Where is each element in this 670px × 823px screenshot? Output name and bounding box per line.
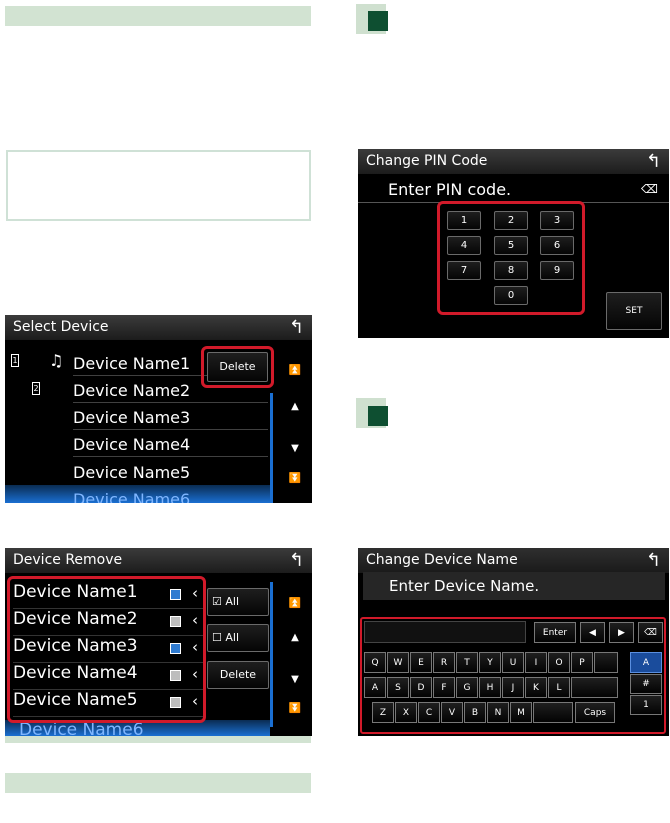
scroll-down-icon[interactable]: ▼: [285, 443, 305, 454]
key-f[interactable]: F: [433, 677, 455, 698]
list-item[interactable]: Device Name3: [73, 408, 190, 427]
key-g[interactable]: G: [456, 677, 478, 698]
list-item[interactable]: Device Name1: [73, 354, 190, 373]
pin-key[interactable]: 1: [447, 211, 481, 230]
delete-button[interactable]: Delete: [207, 661, 269, 689]
delete-button[interactable]: Delete: [207, 352, 268, 382]
device-badge-2: 2: [32, 382, 40, 395]
pin-key[interactable]: 8: [494, 261, 528, 280]
key-h[interactable]: H: [479, 677, 501, 698]
key-p[interactable]: P: [571, 652, 593, 673]
step-number-box-2: [368, 406, 388, 426]
key-b[interactable]: B: [464, 702, 486, 723]
key-m[interactable]: M: [510, 702, 532, 723]
scroll-top-icon[interactable]: ⏫: [285, 598, 305, 609]
list-item[interactable]: Device Name5: [73, 463, 190, 482]
name-input-field[interactable]: [364, 621, 526, 643]
key-c[interactable]: C: [418, 702, 440, 723]
backspace-icon[interactable]: ⌫: [641, 182, 658, 196]
key-q[interactable]: Q: [364, 652, 386, 673]
section-header-bar: [5, 6, 311, 26]
screen-title: Change PIN Code: [358, 149, 669, 174]
note-box: [6, 150, 311, 221]
key-s[interactable]: S: [387, 677, 409, 698]
pin-key[interactable]: 9: [540, 261, 574, 280]
key-v[interactable]: V: [441, 702, 463, 723]
back-arrow-icon[interactable]: ↰: [646, 550, 661, 571]
key-d[interactable]: D: [410, 677, 432, 698]
key-o[interactable]: O: [548, 652, 570, 673]
left-arrow-icon[interactable]: ◀: [580, 622, 605, 643]
divider: [73, 402, 268, 403]
music-note-icon: ♫: [49, 351, 64, 370]
key-e[interactable]: E: [410, 652, 432, 673]
list-item-selected[interactable]: Device Name6: [73, 490, 190, 503]
check-all-button[interactable]: ☑ All: [207, 588, 269, 616]
uncheck-all-label: All: [225, 631, 239, 644]
divider: [73, 456, 268, 457]
key-y[interactable]: Y: [479, 652, 501, 673]
scroll-top-icon[interactable]: ⏫: [285, 365, 305, 376]
right-arrow-icon[interactable]: ▶: [609, 622, 634, 643]
pin-key[interactable]: 4: [447, 236, 481, 255]
key-z[interactable]: Z: [372, 702, 394, 723]
backspace-icon[interactable]: ⌫: [638, 622, 663, 643]
device-remove-screen: Device Remove ↰ Device Name1 ‹ Device Nam…: [5, 548, 312, 736]
key-r[interactable]: R: [433, 652, 455, 673]
back-arrow-icon[interactable]: ↰: [289, 550, 304, 571]
change-pin-screen: Change PIN Code ↰ Enter PIN code. ⌫ 1 2 …: [358, 149, 669, 338]
key-blank[interactable]: [571, 677, 618, 698]
key-n[interactable]: N: [487, 702, 509, 723]
pin-key[interactable]: 2: [494, 211, 528, 230]
scroll-bottom-icon[interactable]: ⏬: [285, 473, 305, 484]
uncheck-all-button[interactable]: ☐ All: [207, 624, 269, 652]
enter-key[interactable]: Enter: [534, 622, 576, 643]
scroll-down-icon[interactable]: ▼: [285, 674, 305, 685]
pin-key[interactable]: 7: [447, 261, 481, 280]
key-a[interactable]: A: [364, 677, 386, 698]
step-number-box: [368, 11, 388, 31]
change-name-screen: Change Device Name ↰ Enter Device Name. …: [358, 548, 669, 736]
pin-prompt: Enter PIN code.: [388, 180, 512, 199]
list-item[interactable]: Device Name2: [73, 381, 190, 400]
scroll-bottom-icon[interactable]: ⏬: [285, 703, 305, 714]
pin-key[interactable]: 3: [540, 211, 574, 230]
screen-title: Change Device Name: [358, 548, 669, 573]
device-badge-1: 1: [11, 354, 19, 367]
key-blank[interactable]: [594, 652, 618, 673]
key-w[interactable]: W: [387, 652, 409, 673]
pin-key[interactable]: 5: [494, 236, 528, 255]
key-t[interactable]: T: [456, 652, 478, 673]
key-k[interactable]: K: [525, 677, 547, 698]
check-all-label: All: [225, 595, 239, 608]
scroll-up-icon[interactable]: ▲: [285, 632, 305, 643]
key-l[interactable]: L: [548, 677, 570, 698]
key-x[interactable]: X: [395, 702, 417, 723]
back-arrow-icon[interactable]: ↰: [289, 317, 304, 338]
screen-title: Device Remove: [5, 548, 312, 573]
screen-title: Select Device: [5, 315, 312, 340]
key-blank[interactable]: [533, 702, 573, 723]
divider: [73, 429, 268, 430]
mode-key-symbol[interactable]: #: [630, 674, 662, 694]
key-u[interactable]: U: [502, 652, 524, 673]
key-i[interactable]: I: [525, 652, 547, 673]
scrollbar[interactable]: [270, 393, 273, 503]
section-header-bar-3: [5, 773, 311, 793]
mode-key-number[interactable]: 1: [630, 695, 662, 715]
key-j[interactable]: J: [502, 677, 524, 698]
device-list-highlight: [7, 576, 206, 723]
caps-key[interactable]: Caps: [575, 702, 615, 723]
set-button[interactable]: SET: [606, 292, 662, 330]
scrollbar[interactable]: [270, 582, 273, 727]
pin-key[interactable]: 0: [494, 286, 528, 305]
scroll-up-icon[interactable]: ▲: [285, 401, 305, 412]
mode-key-alpha[interactable]: A: [630, 652, 662, 673]
pin-key[interactable]: 6: [540, 236, 574, 255]
list-item[interactable]: Device Name4: [73, 435, 190, 454]
select-device-screen: Select Device ↰ 1 ♫ 2 Device Name1 Devic…: [5, 315, 312, 503]
name-prompt: Enter Device Name.: [389, 577, 540, 595]
back-arrow-icon[interactable]: ↰: [646, 151, 661, 172]
